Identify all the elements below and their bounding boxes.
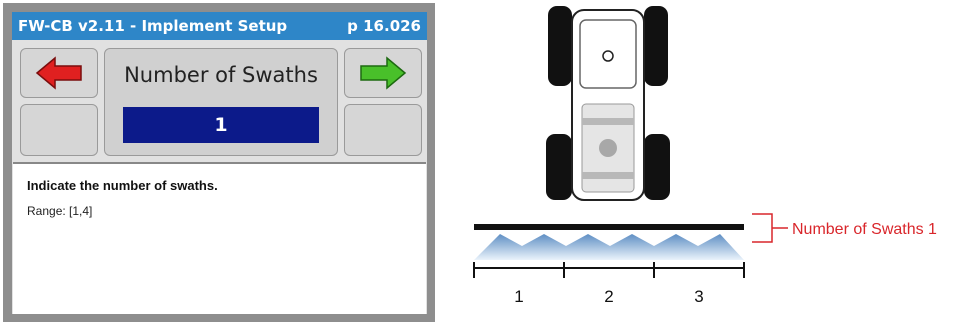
soft-key-right-2[interactable] [344, 104, 422, 156]
parameter-value-field[interactable]: 1 [123, 107, 319, 143]
section-label-3: 3 [694, 287, 703, 306]
spray-pattern [474, 234, 744, 260]
left-arrow-icon [35, 56, 82, 90]
swath-annotation-bracket [752, 213, 788, 243]
boom-bar [474, 224, 744, 230]
display-bezel: FW-CB v2.11 - Implement Setup p 16.026 N… [3, 3, 435, 322]
swath-annotation-label: Number of Swaths 1 [792, 221, 937, 238]
page-number: p 16.026 [347, 17, 421, 35]
next-button[interactable] [344, 48, 422, 98]
help-range: Range: [1,4] [27, 204, 93, 218]
help-panel: Indicate the number of swaths. Range: [1… [13, 162, 426, 314]
title-bar: FW-CB v2.11 - Implement Setup p 16.026 [12, 12, 427, 40]
display-screen: FW-CB v2.11 - Implement Setup p 16.026 N… [12, 12, 427, 314]
soft-key-left-2[interactable] [20, 104, 98, 156]
swath-diagram: 1 2 3 Number of Swaths 1 [473, 6, 937, 306]
parameter-panel: Number of Swaths 1 [104, 48, 338, 156]
parameter-name: Number of Swaths [124, 63, 318, 87]
section-scale [473, 262, 745, 278]
previous-button[interactable] [20, 48, 98, 98]
tractor-icon [546, 6, 670, 201]
section-label-2: 2 [604, 287, 613, 306]
help-text: Indicate the number of swaths. [27, 178, 218, 193]
section-label-1: 1 [514, 287, 523, 306]
screen-title: FW-CB v2.11 - Implement Setup [18, 17, 288, 35]
right-arrow-icon [360, 56, 407, 90]
